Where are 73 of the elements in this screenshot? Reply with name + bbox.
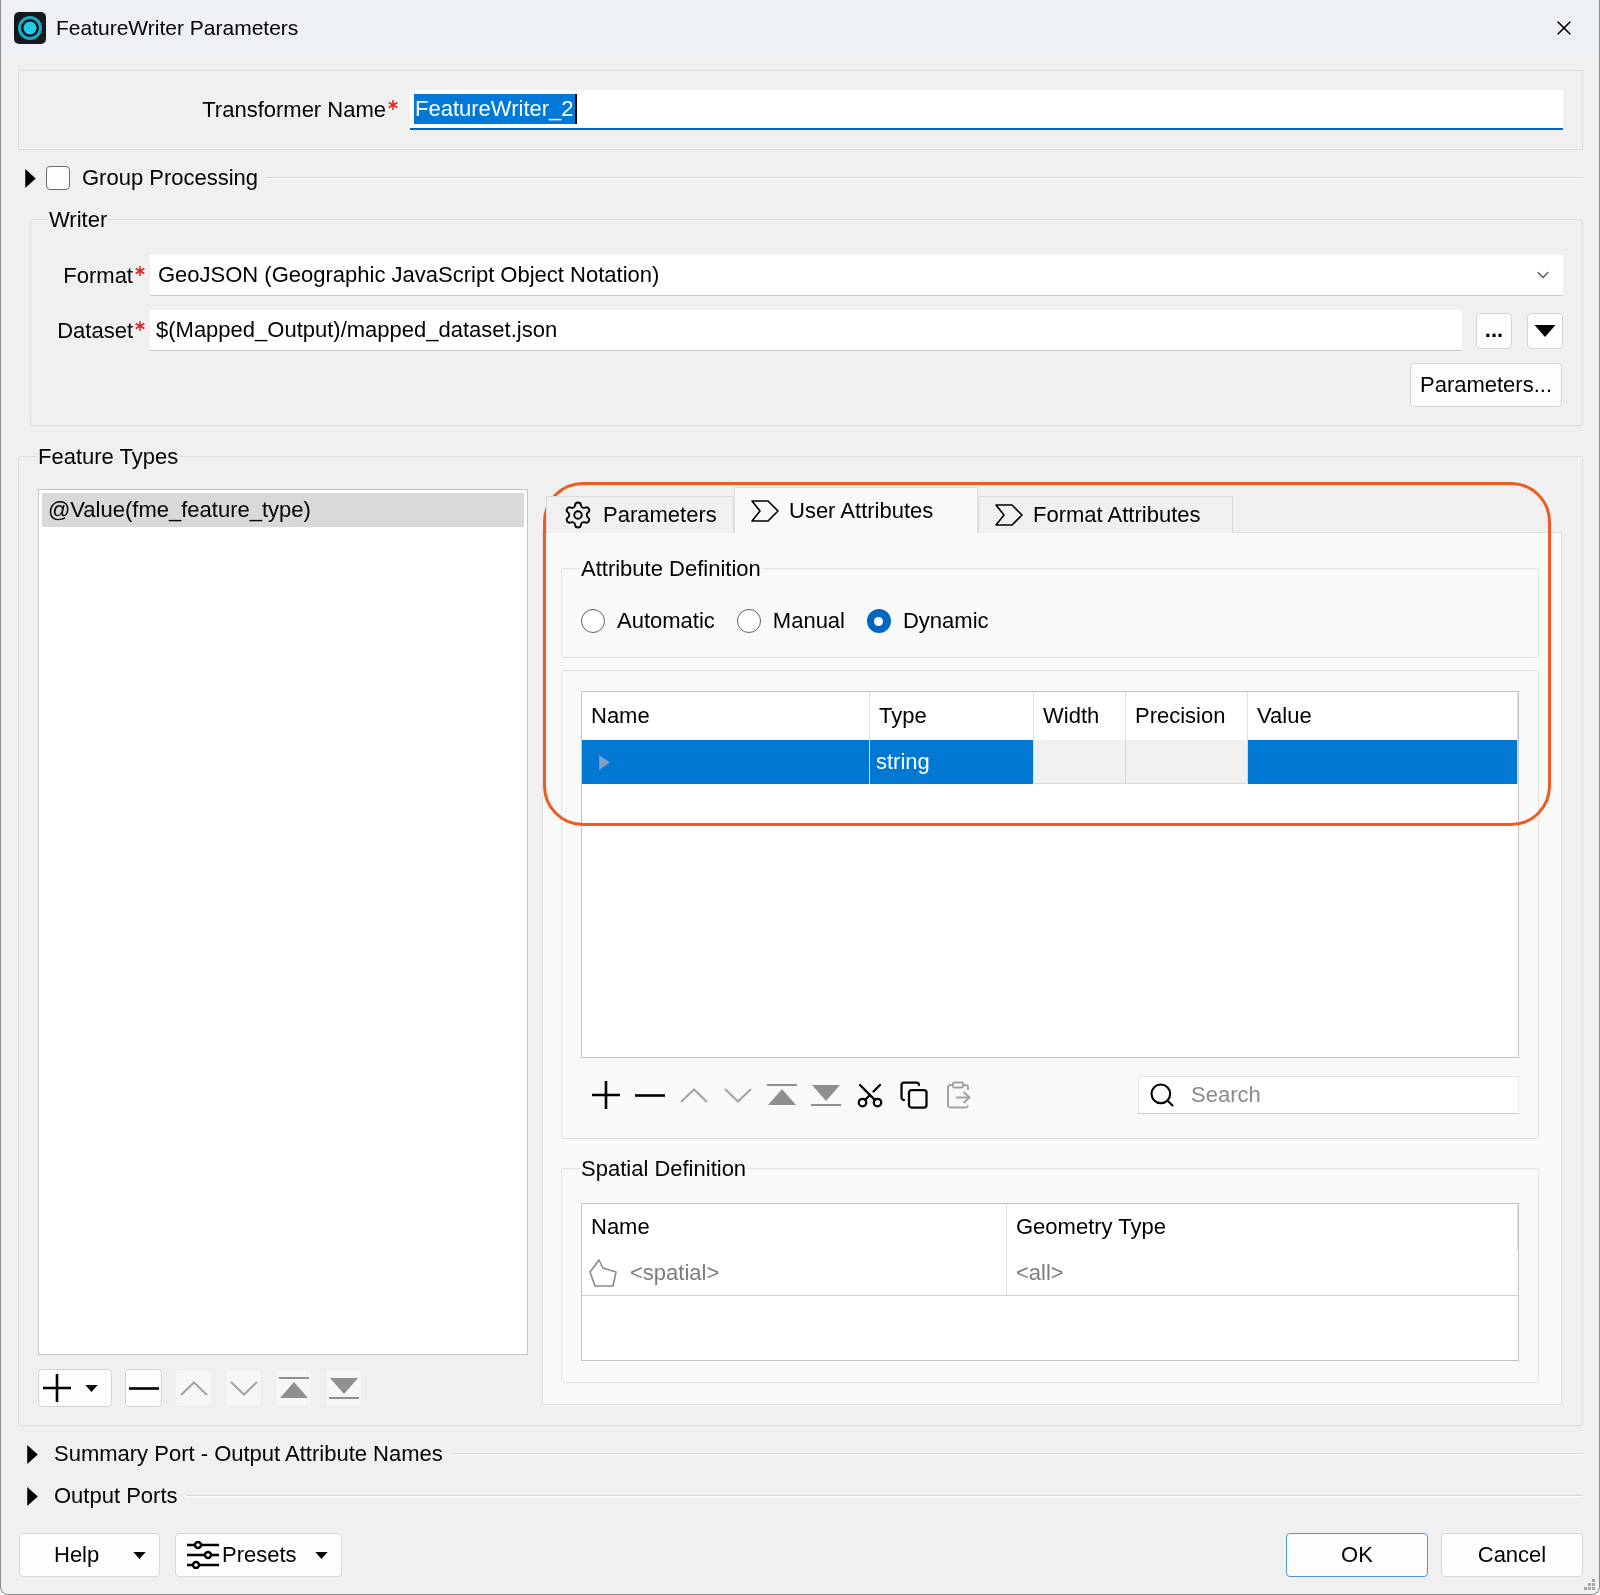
chevron-up-icon: [179, 1380, 208, 1396]
search-field[interactable]: Search: [1138, 1076, 1519, 1114]
resize-grip-icon: [1584, 1579, 1596, 1591]
section-title: Output Ports: [54, 1485, 178, 1507]
chevron-tag-icon: [751, 499, 779, 522]
field-label: Transformer Name: [202, 99, 386, 121]
move-to-top-icon: [767, 1084, 797, 1106]
move-to-bottom-icon: [328, 1377, 359, 1399]
copy-icon: [899, 1080, 929, 1110]
checkbox[interactable]: [46, 166, 70, 190]
disclosure-triangle-icon[interactable]: [27, 1444, 38, 1464]
chevron-down-icon: [229, 1380, 258, 1396]
search-icon: [1148, 1081, 1176, 1109]
tab[interactable]: User Attributes: [734, 487, 978, 533]
radio-label: Automatic: [617, 610, 715, 632]
minus-icon: [128, 1386, 159, 1390]
current-row-icon: [599, 754, 610, 770]
radio-label: Manual: [772, 610, 845, 632]
dataset-field[interactable]: $(Mapped_Output)/mapped_dataset.json: [150, 310, 1462, 351]
move-to-top-icon: [278, 1377, 309, 1399]
copy-button[interactable]: [899, 1080, 929, 1110]
column-header: Name: [582, 1204, 1007, 1250]
minus-icon: [635, 1093, 665, 1097]
disclosure-triangle-icon[interactable]: [27, 1486, 38, 1506]
dropdown-button[interactable]: [1527, 312, 1563, 349]
disclosure-triangle-icon[interactable]: [25, 168, 36, 188]
group-title: Feature Types: [37, 444, 180, 469]
polygon-icon: [589, 1258, 617, 1287]
caret-down-icon: [85, 1384, 98, 1392]
group-title: Writer: [48, 207, 109, 232]
caret-down-icon: [315, 1551, 328, 1559]
text-selection-highlight: FeatureWriter_2: [414, 94, 577, 124]
transformer-name-field[interactable]: FeatureWriter_2: [410, 90, 1563, 130]
window-title: FeatureWriter Parameters: [56, 17, 299, 38]
group-title: Attribute Definition: [580, 556, 762, 581]
table-cell[interactable]: [1248, 740, 1518, 784]
group-title: Spatial Definition: [580, 1156, 748, 1181]
table-cell[interactable]: [582, 740, 870, 784]
column-header: Geometry Type: [1007, 1204, 1518, 1250]
add-button[interactable]: [591, 1080, 621, 1110]
app-logo-icon: [14, 11, 46, 44]
field-label: Format: [63, 264, 133, 287]
table-cell: <spatial>: [630, 1261, 720, 1284]
section-title: Summary Port - Output Attribute Names: [54, 1443, 443, 1465]
browse-button[interactable]: ...: [1476, 312, 1512, 349]
tab[interactable]: Format Attributes: [978, 496, 1233, 533]
tab[interactable]: Parameters: [546, 496, 734, 533]
caret-down-icon: [1534, 324, 1556, 337]
chevron-down-icon: [724, 1087, 752, 1103]
plus-icon: [592, 1081, 620, 1109]
caret-down-icon: [133, 1551, 146, 1559]
radio-button[interactable]: [736, 609, 761, 633]
help-button[interactable]: Help: [19, 1533, 160, 1577]
chevron-up-icon: [680, 1087, 708, 1103]
gear-icon: [563, 500, 593, 530]
checkbox-label: Group Processing: [82, 167, 259, 189]
table-cell: <all>: [1016, 1261, 1064, 1284]
field-label: Dataset: [57, 319, 133, 342]
remove-button[interactable]: [125, 1369, 162, 1407]
presets-button[interactable]: Presets: [175, 1533, 342, 1577]
table-cell[interactable]: string: [870, 740, 1034, 784]
sliders-icon: [187, 1541, 219, 1569]
radio-button[interactable]: [581, 609, 605, 633]
list-item[interactable]: @Value(fme_feature_type): [42, 493, 524, 527]
ok-button[interactable]: OK: [1286, 1533, 1428, 1577]
cancel-button[interactable]: Cancel: [1441, 1533, 1583, 1577]
radio-button[interactable]: [867, 609, 891, 633]
move-to-bottom-icon: [811, 1084, 841, 1106]
format-dropdown[interactable]: GeoJSON (Geographic JavaScript Object Notation): [150, 255, 1563, 296]
chevron-tag-icon: [995, 504, 1023, 526]
parameters-button[interactable]: Parameters...: [1410, 363, 1562, 407]
radio-label: Dynamic: [903, 610, 989, 632]
plus-icon: [43, 1374, 71, 1402]
